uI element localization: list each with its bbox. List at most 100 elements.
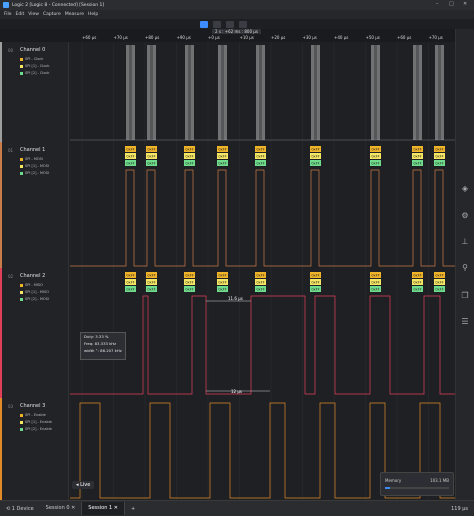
decoder-value-label: 0xFF [413, 147, 421, 151]
time-tick-label: +50 μs [365, 35, 380, 40]
clock-pulse [435, 45, 436, 140]
decoder-value-label: 0xFF [185, 280, 193, 284]
channel-color-swatch [0, 398, 2, 500]
decoder-tag: SPI [1] - MISO [20, 290, 49, 294]
clock-pulse [224, 45, 225, 140]
time-ruler[interactable]: 2 s : +62 ms : 800 μs +60 μs +70 μs +80 μs… [0, 29, 455, 43]
close-button[interactable]: ✕ [463, 1, 467, 7]
decoder-value-label: 0xFF [185, 287, 193, 291]
decoder-value-label: 0xFF [126, 273, 134, 277]
menu-edit[interactable]: Edit [16, 12, 25, 17]
clock-pulse [129, 45, 131, 140]
channel-2-waveform[interactable]: 0xFF 0xFF 0xFF 0xFF 0xFF 0xFF 0xFF 0xFF 0xFF 0xFF… [70, 268, 455, 398]
channel-label-panel[interactable]: 03 Channel 3 SPI - Enable SPI [1] - Enab… [0, 398, 69, 500]
menu-measure[interactable]: Measure [65, 12, 84, 17]
decoder-value-label: 0xFF [413, 287, 421, 291]
channel-label-panel[interactable]: 01 Channel 1 SPI - MOSI SPI [1] - MOSI S… [0, 142, 69, 268]
timing-markers-icon[interactable]: ⊥ [460, 237, 470, 247]
measurement-tooltip: Duty: 3.33 % Freq: 83.333 kHz width ⁺: 8… [80, 332, 126, 360]
decoder-value-label: 0xFF [218, 161, 226, 165]
session-tab-active[interactable]: Session 1 ✕ [82, 502, 125, 515]
device-status[interactable]: ⟲ 1 Device [0, 506, 40, 512]
decoder-value-label: 0xFF [413, 161, 421, 165]
channel-number: 01 [8, 148, 14, 153]
clock-pulse [258, 45, 259, 140]
decoder-tag: SPI [1] - Enable [20, 420, 52, 424]
title-bar: Logic 2 [Logic 8 - Connected] [Session 1… [0, 0, 474, 10]
window-title: Logic 2 [Logic 8 - Connected] [Session 1… [12, 2, 105, 8]
device-settings-button[interactable] [213, 20, 221, 28]
channel-name[interactable]: Channel 1 [20, 147, 45, 153]
channel-label-panel[interactable]: 02 Channel 2 SPI - MISO SPI [1] - MISO S… [0, 268, 69, 398]
live-button[interactable]: ◂ Live [72, 481, 95, 489]
channel-label-panel[interactable]: 00 Channel 0 SPI - Clock SPI [1] - Clock… [0, 42, 69, 142]
clock-pulse [413, 45, 414, 140]
clock-pulse [132, 45, 133, 140]
decoder-value-label: 0xFF [413, 273, 421, 277]
gear-icon[interactable]: ⚙ [460, 211, 470, 221]
decoder-tag: SPI [2] - Clock [20, 71, 49, 75]
channel-number: 00 [8, 48, 14, 53]
channel-row[interactable]: 02 Channel 2 SPI - MISO SPI [1] - MISO S… [0, 268, 455, 399]
decoder-value-label: 0xFF [435, 161, 443, 165]
decoder-value-label: 0xFF [311, 273, 319, 277]
decoder-tag: SPI - MISO [20, 283, 43, 287]
clock-pulse [155, 45, 156, 140]
decoder-value-label: 0xFF [371, 154, 379, 158]
channel-name[interactable]: Channel 3 [20, 403, 45, 409]
clock-pulse [415, 45, 416, 140]
decoder-tag: SPI [2] - MOSI [20, 297, 49, 301]
channel-row[interactable]: 01 Channel 1 SPI - MOSI SPI [1] - MOSI S… [0, 142, 455, 269]
decoder-value-label: 0xFF [218, 147, 226, 151]
channel-row[interactable]: 00 Channel 0 SPI - Clock SPI [1] - Clock… [0, 42, 455, 143]
view-options-button[interactable] [226, 20, 234, 28]
channel-name[interactable]: Channel 0 [20, 47, 45, 53]
analyzers-icon[interactable]: ❐ [460, 291, 470, 301]
trigger-button[interactable] [239, 20, 247, 28]
clock-pulse [441, 45, 442, 140]
decoder-value-label: 0xFF [311, 154, 319, 158]
clock-pulse [189, 45, 191, 140]
clock-pulse [421, 45, 422, 140]
menu-view[interactable]: View [28, 12, 39, 17]
time-tick-label: +80 μs [145, 35, 160, 40]
decoder-value-label: 0xFF [218, 154, 226, 158]
clock-pulse [150, 45, 152, 140]
time-tick-label: +60 μs [397, 35, 412, 40]
channel-name[interactable]: Channel 2 [20, 273, 45, 279]
start-capture-button[interactable] [200, 20, 208, 28]
decoder-value-label: 0xFF [147, 273, 155, 277]
clock-pulse [186, 45, 187, 140]
channel-0-waveform[interactable] [70, 42, 455, 142]
clock-pulse [416, 45, 418, 140]
clock-pulse [222, 45, 224, 140]
minimize-button[interactable]: – [436, 1, 439, 7]
maximize-button[interactable]: □ [449, 1, 454, 7]
decoder-value-label: 0xFF [371, 287, 379, 291]
add-session-button[interactable]: + [125, 506, 141, 512]
width-value: width ⁺: 86.207 kHz [84, 348, 122, 353]
clock-pulse [133, 45, 134, 140]
time-tick-label: +60 μs [82, 35, 97, 40]
decoder-value-label: 0xFF [147, 161, 155, 165]
memory-usage-bar [385, 487, 449, 489]
channel-1-waveform[interactable]: 0xFF 0xFF 0xFF 0xFF 0xFF 0xFF 0xFF 0xFF 0xFF 0xFF… [70, 142, 455, 268]
channel-number: 03 [8, 404, 14, 409]
layers-icon[interactable]: ◈ [460, 184, 470, 194]
notes-icon[interactable]: ☰ [460, 317, 470, 327]
location-pin-icon[interactable]: ⚲ [460, 263, 470, 273]
time-tick-label: +10 μs [239, 35, 254, 40]
menu-file[interactable]: File [4, 12, 12, 17]
clock-pulse [260, 45, 262, 140]
clock-pulse [414, 45, 415, 140]
clock-pulse [379, 45, 380, 140]
menu-help[interactable]: Help [88, 12, 98, 17]
clock-pulse [226, 45, 227, 140]
clock-pulse [443, 45, 444, 140]
decoder-value-label: 0xFF [371, 273, 379, 277]
clock-pulse [218, 45, 219, 140]
menu-capture[interactable]: Capture [43, 12, 61, 17]
time-tick-label: +90 μs [176, 35, 191, 40]
clock-pulse [220, 45, 221, 140]
session-tab[interactable]: Session 0 ✕ [40, 502, 83, 515]
